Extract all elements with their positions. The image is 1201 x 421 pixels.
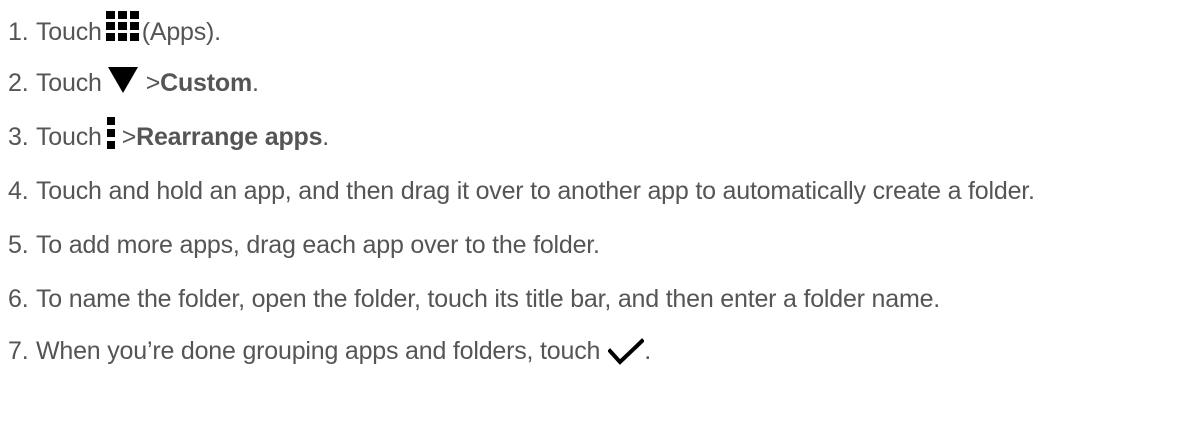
step-6: 6. To name the folder, open the folder, … bbox=[8, 279, 940, 319]
checkmark-icon bbox=[607, 338, 646, 366]
step-text: Touch bbox=[36, 68, 102, 97]
step-text: Touch bbox=[36, 122, 102, 151]
apps-grid-icon bbox=[105, 11, 140, 41]
step-1: 1. Touch (Apps). bbox=[8, 11, 221, 52]
step-text-separator: > bbox=[121, 122, 137, 151]
step-number: 2. bbox=[8, 68, 29, 97]
step-text: To name the folder, open the folder, tou… bbox=[36, 284, 941, 313]
step-7: 7. When you’re done grouping apps and fo… bbox=[8, 331, 651, 371]
step-number: 7. bbox=[8, 336, 29, 365]
step-text-suffix: (Apps). bbox=[141, 17, 221, 46]
step-number: 5. bbox=[8, 230, 29, 259]
step-text-separator: > bbox=[145, 68, 161, 97]
down-triangle-icon bbox=[107, 67, 138, 93]
step-number: 3. bbox=[8, 122, 29, 151]
step-text: When you’re done grouping apps and folde… bbox=[36, 336, 601, 365]
step-text-period: . bbox=[322, 122, 330, 151]
step-number: 6. bbox=[8, 284, 29, 313]
step-text: To add more apps, drag each app over to … bbox=[36, 230, 600, 259]
step-text: Touch and hold an app, and then drag it … bbox=[36, 176, 1035, 205]
step-5: 5. To add more apps, drag each app over … bbox=[8, 225, 600, 265]
more-vertical-icon bbox=[106, 117, 116, 149]
step-4: 4. Touch and hold an app, and then drag … bbox=[8, 171, 1035, 211]
step-number: 1. bbox=[8, 17, 29, 46]
step-text-period: . bbox=[644, 336, 651, 365]
step-2: 2. Touch > Custom . bbox=[8, 63, 259, 103]
step-text: Touch bbox=[36, 17, 102, 46]
menu-option-custom: Custom bbox=[160, 68, 252, 97]
menu-option-rearrange-apps: Rearrange apps bbox=[136, 122, 323, 151]
step-number: 4. bbox=[8, 176, 29, 205]
step-3: 3. Touch > Rearrange apps . bbox=[8, 117, 329, 157]
step-text-period: . bbox=[251, 68, 259, 97]
